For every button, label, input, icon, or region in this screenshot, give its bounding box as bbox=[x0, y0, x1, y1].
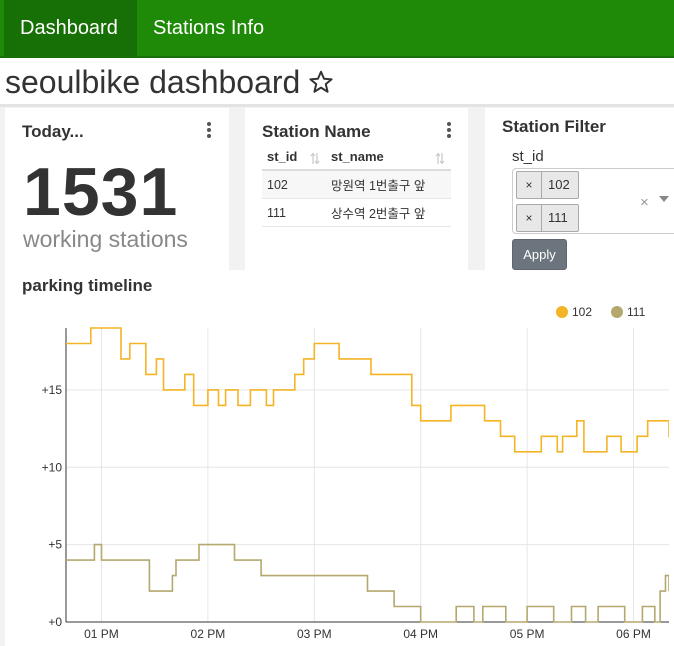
y-tick-label: +10 bbox=[42, 460, 63, 474]
series-line-102 bbox=[66, 327, 669, 453]
x-tick-label: 04 PM bbox=[403, 627, 438, 641]
y-tick-label: +5 bbox=[48, 538, 62, 552]
series-line-111 bbox=[66, 543, 669, 623]
x-tick-label: 02 PM bbox=[191, 627, 226, 641]
x-tick-label: 05 PM bbox=[510, 627, 545, 641]
y-tick-label: +0 bbox=[48, 615, 62, 629]
y-tick-label: +15 bbox=[42, 383, 63, 397]
x-tick-label: 03 PM bbox=[297, 627, 332, 641]
parking-timeline-chart: +0 +5 +10 +15 01 PM 02 PM 03 PM 04 PM 05 PM 06 PM bbox=[42, 327, 669, 641]
x-tick-label: 06 PM bbox=[616, 627, 651, 641]
x-tick-label: 01 PM bbox=[84, 627, 119, 641]
